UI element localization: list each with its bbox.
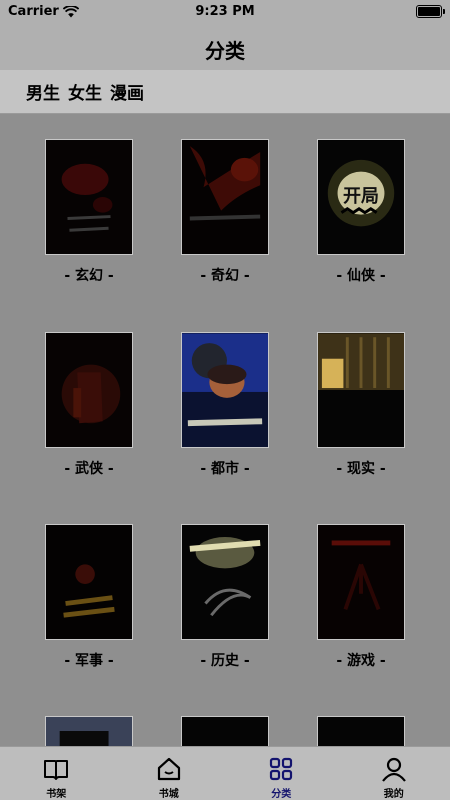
home-icon — [157, 757, 180, 781]
category-cover[interactable] — [45, 139, 133, 255]
tab-male[interactable]: 男生 — [26, 79, 60, 104]
category-item[interactable]: - 武侠 - — [24, 332, 154, 478]
category-cover[interactable] — [45, 332, 133, 448]
cover-art — [46, 140, 132, 254]
category-item[interactable]: - 历史 - — [160, 524, 290, 670]
category-item[interactable] — [296, 716, 426, 746]
cover-art — [318, 525, 404, 639]
cover-art — [46, 717, 132, 746]
category-cover[interactable] — [317, 524, 405, 640]
tab-profile[interactable]: 我的 — [338, 747, 450, 800]
category-label: - 现实 - — [336, 461, 386, 477]
category-item[interactable]: - 游戏 - — [296, 524, 426, 670]
cover-art — [182, 140, 268, 254]
cover-title: 开局 — [343, 186, 379, 207]
category-item[interactable] — [160, 716, 290, 746]
cover-art — [46, 333, 132, 447]
status-time: 9:23 PM — [195, 4, 255, 19]
category-item[interactable]: - 军事 - — [24, 524, 154, 670]
category-cover[interactable] — [317, 716, 405, 746]
user-icon — [381, 757, 406, 782]
category-label: - 玄幻 - — [64, 268, 114, 284]
battery-icon — [416, 5, 445, 18]
tab-label: 分类 — [271, 789, 292, 800]
grid-icon — [270, 757, 293, 781]
category-cover[interactable] — [45, 524, 133, 640]
category-label: - 奇幻 - — [200, 268, 250, 284]
page-title: 分类 — [205, 39, 245, 63]
tab-bookstore[interactable]: 书城 — [113, 747, 226, 800]
cover-art — [318, 333, 404, 447]
category-item[interactable] — [24, 716, 154, 746]
tab-comics[interactable]: 漫画 — [110, 79, 144, 104]
nav-bar: 分类 — [0, 24, 450, 70]
gender-tabs: 男生 女生 漫画 — [0, 70, 450, 114]
tab-bookshelf[interactable]: 书架 — [0, 747, 113, 800]
category-cover[interactable] — [181, 332, 269, 448]
category-cover[interactable] — [181, 716, 269, 746]
tab-categories[interactable]: 分类 — [225, 747, 338, 800]
category-item[interactable]: - 现实 - — [296, 332, 426, 478]
category-label: - 游戏 - — [336, 653, 386, 669]
cover-art — [182, 525, 268, 639]
category-label: - 仙侠 - — [336, 268, 386, 284]
tab-label: 书架 — [46, 789, 67, 800]
tab-label: 书城 — [158, 789, 179, 800]
bottom-tab-bar: 书架 书城 分类 我的 — [0, 746, 450, 800]
category-cover[interactable]: 开局 — [317, 139, 405, 255]
category-item[interactable]: - 都市 - — [160, 332, 290, 478]
category-cover[interactable] — [45, 716, 133, 746]
category-item[interactable]: 开局 - 仙侠 - — [296, 139, 426, 285]
category-item[interactable]: - 奇幻 - — [160, 139, 290, 285]
book-icon — [44, 760, 69, 780]
category-label: - 武侠 - — [64, 461, 114, 477]
category-label: - 军事 - — [64, 653, 114, 669]
category-cover[interactable] — [317, 332, 405, 448]
category-item[interactable]: - 玄幻 - — [24, 139, 154, 285]
category-grid: - 玄幻 - - 奇幻 - 开局 - 仙侠 - - 武侠 - - 都市 - - … — [0, 114, 450, 746]
category-label: - 都市 - — [200, 461, 250, 477]
status-bar: Carrier 9:23 PM — [0, 0, 450, 24]
category-cover[interactable] — [181, 524, 269, 640]
cover-art — [182, 333, 268, 447]
category-label: - 历史 - — [200, 653, 250, 669]
tab-female[interactable]: 女生 — [68, 79, 102, 104]
tab-label: 我的 — [383, 789, 404, 800]
cover-art — [46, 525, 132, 639]
category-cover[interactable] — [181, 139, 269, 255]
